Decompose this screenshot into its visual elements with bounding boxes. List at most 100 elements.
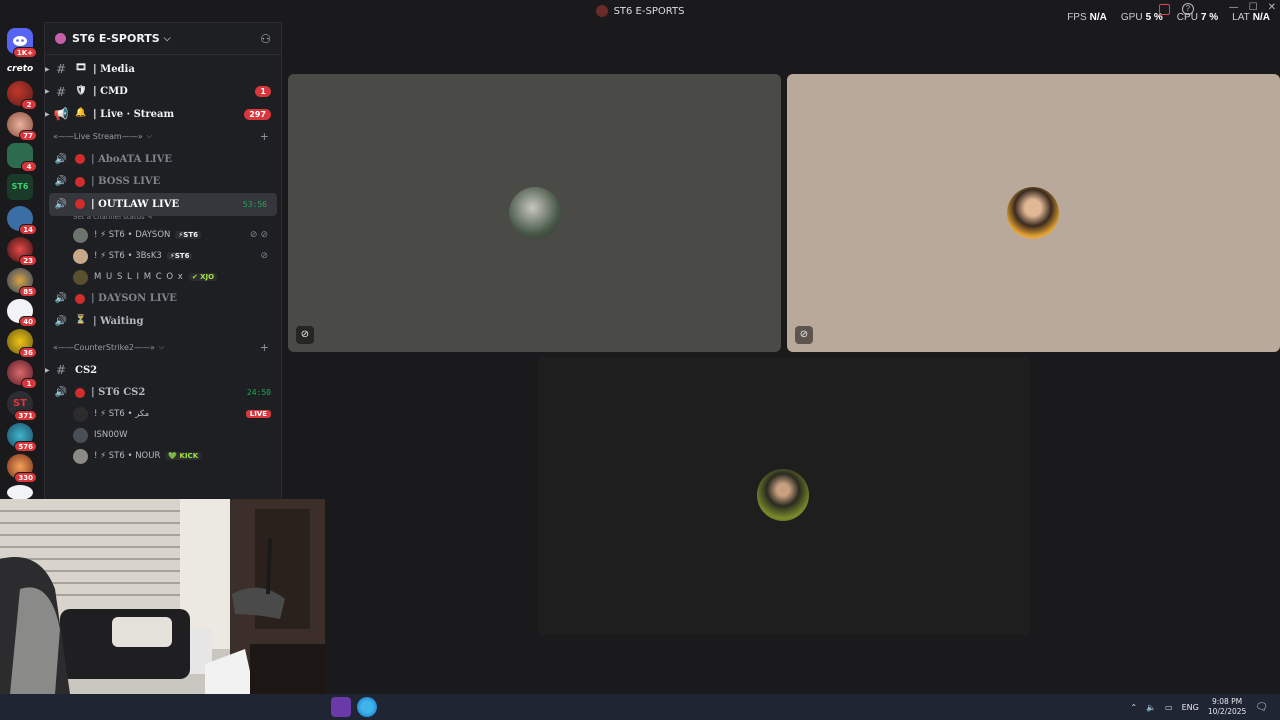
webcam-overlay: [0, 499, 325, 694]
channel-media[interactable]: ▶ # 🎞 | Media: [45, 58, 281, 81]
voice-channel-outlaw[interactable]: 🔊 | OUTLAW LIVE 53:56: [49, 192, 277, 216]
text-channel-cs2[interactable]: ▶ # CS2: [45, 359, 281, 382]
server-icon[interactable]: 330: [7, 453, 37, 483]
video-tile-user-1[interactable]: ⊘: [288, 74, 781, 352]
avatar: [73, 248, 88, 264]
red-circle-icon: [75, 176, 85, 187]
category-counterstrike[interactable]: «——CounterStrike2——» ⌵ +: [45, 337, 281, 359]
film-icon: 🎞: [75, 63, 87, 74]
edge-browser-icon[interactable]: [357, 697, 377, 717]
server-icon[interactable]: [7, 484, 33, 501]
taskbar: ⌃ 🔈 ▭ ENG 9:08 PM 10/2/2025 🗨: [0, 694, 1280, 720]
taskbar-app-icon[interactable]: [331, 697, 351, 717]
chevron-down-icon: ⌵: [158, 343, 165, 352]
perf-cpu: CPU 7 %?: [1176, 3, 1219, 23]
server-icon[interactable]: 85: [7, 267, 37, 297]
video-tile-user-3[interactable]: [537, 357, 1031, 635]
mic-muted-icon: ⊘: [296, 326, 314, 344]
server-name: ST6 E-SPORTS: [72, 32, 160, 45]
user-avatar: [509, 187, 561, 239]
red-circle-icon: [75, 293, 85, 304]
server-st-icon[interactable]: ST 371: [7, 391, 37, 422]
channel-sidebar: ST6 E-SPORTS ⌵ ⚇ ▶ # 🎞 | Media ▶ # 🛡 | C…: [44, 22, 282, 500]
server-icon[interactable]: 14: [7, 206, 37, 235]
perf-fps: FPS N/A: [1067, 12, 1107, 23]
voice-channel-aboata[interactable]: 🔊 | AboATA LIVE: [45, 148, 281, 171]
tray-chevron-up-icon[interactable]: ⌃: [1130, 703, 1137, 712]
bell-icon: 🔔: [75, 108, 87, 119]
server-icon[interactable]: 2: [7, 81, 37, 111]
user-tag: ⚡ST6: [166, 252, 193, 261]
hourglass-icon: ⏳: [75, 315, 87, 326]
video-tile-user-2[interactable]: ⊘: [787, 74, 1280, 352]
server-icon[interactable]: 23: [7, 236, 37, 266]
speaker-icon: 🔊: [54, 293, 68, 305]
server-rail: 1K+ creto 2 77 4 ST6 14 23 85 40 36 1 ST…: [0, 22, 40, 501]
voice-user[interactable]: ! ⚡ ST6 • مكر LIVE: [45, 404, 281, 425]
network-icon[interactable]: ▭: [1165, 703, 1173, 712]
channel-live-stream[interactable]: ▶ 📢 🔔 | Live · Stream 297: [45, 103, 281, 126]
live-badge: LIVE: [245, 410, 271, 419]
window-title: ST6 E-SPORTS: [613, 5, 685, 17]
voice-duration: 24:50: [246, 388, 271, 398]
voice-channel-st6-cs2[interactable]: 🔊 | ST6 CS2 24:50: [45, 381, 281, 404]
speaker-icon: 🔊: [54, 315, 68, 327]
collapse-arrow-icon: ▶: [45, 65, 50, 73]
announcement-icon: 📢: [53, 107, 69, 122]
voice-user[interactable]: M U S L I M C O x ✔ XJO: [45, 267, 281, 288]
voice-user[interactable]: ! ⚡ ST6 • DAYSON ⚡ST6 ⊘⊘: [45, 225, 281, 246]
voice-user[interactable]: ! ⚡ ST6 • 3BsK3 ⚡ST6 ⊘: [45, 246, 281, 267]
red-circle-icon: [75, 154, 85, 165]
server-header[interactable]: ST6 E-SPORTS ⌵ ⚇: [45, 23, 281, 55]
avatar: [73, 427, 88, 443]
volume-icon[interactable]: 🔈: [1146, 703, 1156, 712]
voice-user[interactable]: ! ⚡ ST6 • NOUR 💚 KICK: [45, 446, 281, 467]
language-indicator[interactable]: ENG: [1182, 703, 1199, 712]
create-channel-icon[interactable]: +: [260, 341, 269, 354]
user-tag: ✔ XJO: [188, 273, 218, 282]
server-icon[interactable]: 36: [7, 329, 37, 359]
create-channel-icon[interactable]: +: [260, 130, 269, 143]
voice-channel-waiting[interactable]: 🔊 ⏳ | Waiting: [45, 310, 281, 333]
user-avatar: [757, 469, 809, 521]
server-icon[interactable]: 40: [7, 298, 37, 328]
category-live-stream[interactable]: «——Live Stream——» ⌵ +: [45, 126, 281, 148]
mention-badge: 1: [255, 86, 271, 98]
user-tag: ⚡ST6: [175, 231, 201, 240]
server-icon[interactable]: 4: [7, 143, 37, 172]
channel-cmd[interactable]: ▶ # 🛡 | CMD 1: [45, 81, 281, 104]
voice-user[interactable]: ISN00W: [45, 425, 281, 446]
performance-overlay: FPS N/A GPU 5 % CPU 7 %? LAT N/A: [1067, 3, 1270, 23]
perf-lat: LAT N/A: [1232, 12, 1270, 23]
webcam-image: [0, 499, 325, 694]
voice-channel-boss[interactable]: 🔊 | BOSS LIVE: [45, 170, 281, 193]
red-circle-icon: [75, 199, 85, 210]
collapse-arrow-icon: ▶: [45, 110, 50, 118]
inbox-icon[interactable]: [1158, 4, 1170, 15]
avatar: [73, 269, 88, 285]
mic-muted-icon: ⊘: [795, 326, 813, 344]
shield-icon: 🛡: [75, 85, 87, 96]
hash-icon: #: [55, 62, 67, 77]
server-st6-esports[interactable]: ST6: [7, 174, 33, 200]
discord-app: ST6 E-SPORTS — ☐ ✕ FPS N/A GPU 5 % CPU 7 %?…: [0, 0, 1280, 720]
chevron-down-icon: ⌵: [163, 33, 171, 44]
notification-center-icon[interactable]: 🗨: [1255, 702, 1268, 713]
clock[interactable]: 9:08 PM 10/2/2025: [1208, 697, 1246, 717]
voice-channel-dayson[interactable]: 🔊 | DAYSON LIVE: [45, 288, 281, 311]
server-icon[interactable]: 576: [7, 423, 37, 452]
server-creto[interactable]: creto: [7, 64, 33, 75]
mention-badge: 297: [244, 108, 271, 120]
server-icon[interactable]: 77: [7, 112, 37, 142]
server-icon[interactable]: 1: [7, 360, 37, 390]
direct-messages-button[interactable]: 1K+: [7, 28, 37, 58]
mic-muted-icon: ⊘: [260, 251, 271, 262]
speaker-active-icon: 🔊: [54, 387, 68, 399]
speaker-icon: 🔊: [54, 176, 68, 188]
invite-people-icon[interactable]: ⚇: [260, 32, 271, 46]
help-icon[interactable]: ?: [1181, 3, 1194, 15]
server-badge-icon: [55, 33, 66, 44]
avatar: [73, 406, 88, 422]
chevron-down-icon: ⌵: [146, 132, 152, 141]
server-logo-icon: [595, 5, 608, 17]
